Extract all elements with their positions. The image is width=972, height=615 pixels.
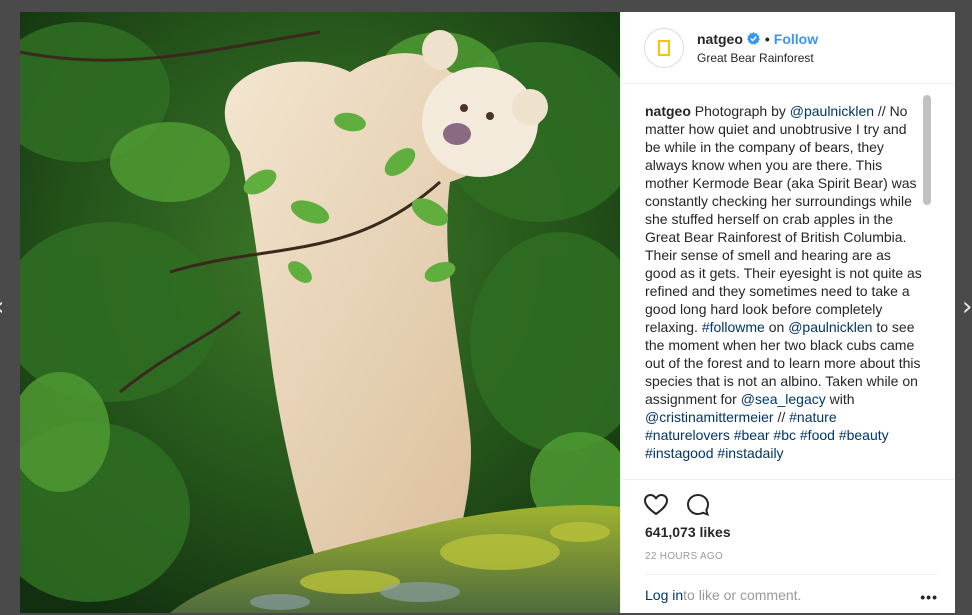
caption-text: Photograph by [690,103,790,119]
spirit-bear-photo [20,12,620,613]
next-post-arrow[interactable]: › [962,294,972,320]
hashtag-link[interactable]: #bc [773,427,796,443]
caption-text: // [773,409,790,425]
verified-badge-icon [746,32,760,45]
hashtag-link[interactable]: #bear [734,427,770,443]
post-timestamp[interactable]: 22 HOURS AGO [645,551,723,562]
mention-link[interactable]: @paulnicklen [788,319,872,335]
previous-post-arrow[interactable]: ‹ [0,294,4,320]
header-text: natgeo • Follow Great Bear Rainforest [697,31,818,65]
mention-link[interactable]: @paulnicklen [790,103,874,119]
follow-button[interactable]: Follow [774,31,818,47]
mention-link[interactable]: @sea_legacy [741,391,826,407]
login-suffix: to like or comment. [683,587,802,603]
post-side-panel: natgeo • Follow Great Bear Rainforest na… [620,12,955,613]
hashtag-link[interactable]: #food [800,427,835,443]
username-link[interactable]: natgeo [697,31,743,47]
post-header: natgeo • Follow Great Bear Rainforest [621,12,955,84]
login-link[interactable]: Log in [645,587,683,603]
caption-text: // No matter how quiet and unobtrusive I… [645,103,922,335]
mention-link[interactable]: @cristinamittermeier [645,409,774,425]
likes-count[interactable]: 641,073 likes [645,524,731,540]
hashtag-link[interactable]: #followme [702,319,765,335]
caption-scroll-area[interactable]: natgeo Photograph by @paulnicklen // No … [621,84,954,479]
post-dialog: natgeo • Follow Great Bear Rainforest na… [20,12,955,613]
separator-dot: • [764,30,770,47]
heart-icon[interactable] [643,492,669,518]
caption-text: with [825,391,855,407]
post-photo [20,12,620,613]
caption-text: on [764,319,789,335]
comment-icon[interactable] [685,492,711,518]
location-link[interactable]: Great Bear Rainforest [697,51,818,65]
hashtag-link[interactable]: #nature [789,409,836,425]
nat-geo-logo-icon [658,39,670,56]
caption: natgeo Photograph by @paulnicklen // No … [645,102,923,462]
hashtag-link[interactable]: #beauty [839,427,889,443]
caption-scrollbar[interactable] [923,95,931,205]
comment-prompt: Log in to like or comment. ••• [645,574,938,615]
post-actions: 641,073 likes 22 HOURS AGO Log in to lik… [621,479,954,613]
hashtag-link[interactable]: #instagood [645,445,714,461]
hashtag-link[interactable]: #naturelovers [645,427,730,443]
avatar[interactable] [644,27,684,68]
more-options-icon[interactable]: ••• [920,589,938,605]
hashtag-link[interactable]: #instadaily [717,445,783,461]
caption-username[interactable]: natgeo [645,103,691,119]
